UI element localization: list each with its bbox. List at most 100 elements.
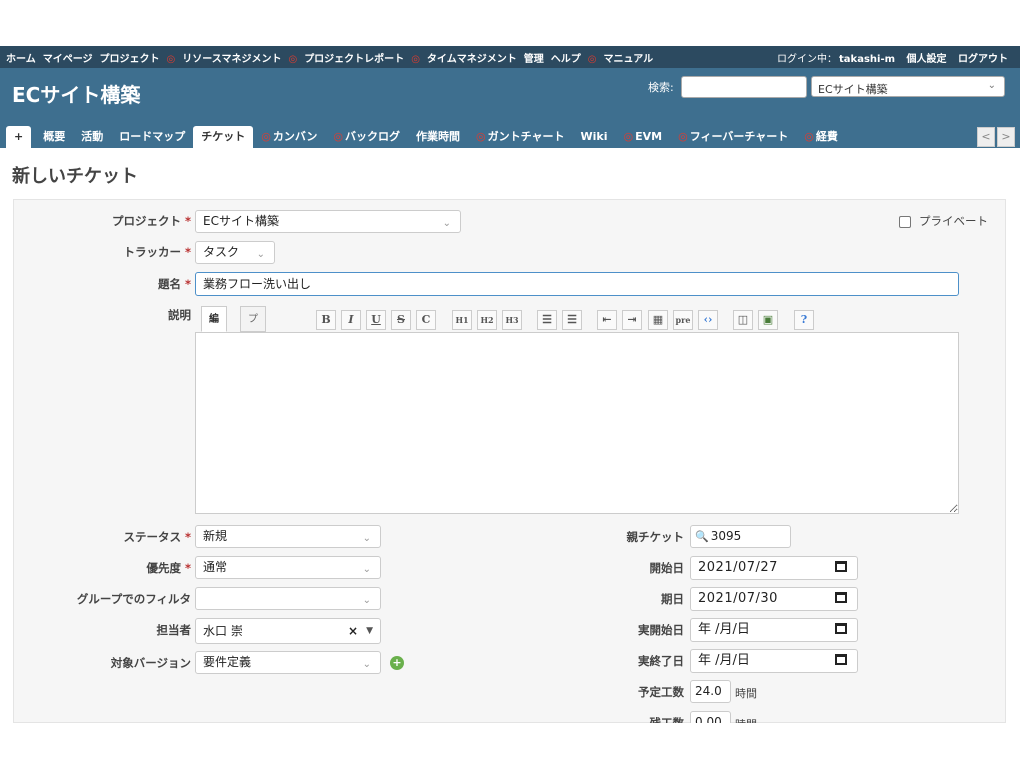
chevron-down-icon: ⌄ — [362, 533, 371, 544]
actual-end-input[interactable]: 年 /月/日 — [690, 649, 858, 673]
calendar-icon[interactable] — [835, 592, 847, 603]
tab-label: EVM — [635, 130, 663, 143]
tab-label: チケット — [201, 130, 246, 143]
bold-button[interactable]: B — [316, 310, 336, 330]
link-icon[interactable]: ◫ — [733, 310, 753, 330]
logged-in-label: ログイン中： takashi-m — [777, 54, 896, 65]
tab-scroll-left-button[interactable]: < — [977, 127, 995, 147]
group-filter-select[interactable]: ⌄ — [195, 587, 381, 610]
private-label: プライベート — [919, 214, 988, 228]
tab-5[interactable]: ◎ カンバン — [253, 126, 325, 148]
priority-select-value: 通常 — [203, 560, 228, 574]
table-icon[interactable]: ▦ — [648, 310, 668, 330]
actual-start-input[interactable]: 年 /月/日 — [690, 618, 858, 642]
tab-11[interactable]: ◎ フィーバーチャート — [670, 126, 796, 148]
top-menu-item-label: マイページ — [42, 54, 93, 65]
image-icon[interactable]: ▣ — [758, 310, 778, 330]
top-menu-item[interactable]: ◎ リソースマネジメント — [167, 54, 282, 65]
calendar-icon[interactable] — [835, 561, 847, 572]
new-object-button[interactable]: + — [6, 126, 32, 148]
tab-9[interactable]: Wiki — [573, 126, 616, 148]
search-icon: 🔍 — [695, 530, 709, 543]
private-checkbox[interactable] — [899, 216, 911, 228]
required-mark: * — [184, 561, 191, 575]
tracker-select-value: タスク — [203, 245, 240, 259]
inline-code-button[interactable]: C — [416, 310, 436, 330]
top-menu-item[interactable]: ◎ プロジェクトレポート — [288, 54, 404, 65]
editor-tab-edit[interactable]: 編集 — [201, 306, 227, 351]
top-menu-item[interactable]: プロジェクト — [100, 54, 160, 65]
chevron-down-icon: ⌄ — [256, 249, 265, 260]
priority-select[interactable]: 通常 ⌄ — [195, 556, 381, 579]
plugin-icon: ◎ — [804, 130, 814, 143]
editor-tab-preview[interactable]: プレビュー — [240, 306, 266, 429]
tab-3[interactable]: ロードマップ — [111, 126, 193, 148]
version-select[interactable]: 要件定義 ⌄ — [195, 651, 381, 674]
top-menu: ホーム マイページ プロジェクト ◎ リソースマネジメント ◎ プロジェクトレポート ◎ タイム… — [6, 50, 660, 65]
tab-6[interactable]: ◎ バックログ — [325, 126, 408, 148]
tab-label: フィーバーチャート — [689, 130, 789, 143]
tab-label: 活動 — [81, 130, 104, 143]
tab-8[interactable]: ◎ ガントチャート — [468, 126, 573, 148]
top-menu-item[interactable]: ホーム — [6, 54, 36, 65]
project-jump-select[interactable]: ECサイト構築 ⌄ — [811, 76, 1005, 97]
tab-2[interactable]: 活動 — [73, 126, 111, 148]
my-account-link[interactable]: 個人設定 — [907, 54, 947, 65]
estimated-hours-input[interactable]: 24.0 — [690, 680, 731, 703]
description-textarea[interactable] — [195, 332, 959, 514]
due-date-input[interactable]: 2021/07/30 — [690, 587, 858, 611]
tab-10[interactable]: ◎ EVM — [616, 126, 671, 148]
subject-input[interactable]: 業務フロー洗い出し — [195, 272, 959, 296]
required-mark: * — [184, 530, 191, 544]
logout-link[interactable]: ログアウト — [958, 54, 1008, 65]
tab-1[interactable]: 概要 — [35, 126, 73, 148]
version-select-value: 要件定義 — [203, 655, 252, 669]
plugin-icon: ◎ — [333, 130, 343, 143]
start-date-input[interactable]: 2021/07/27 — [690, 556, 858, 580]
assignee-select[interactable]: 水口 崇 × ▼ — [195, 618, 381, 644]
top-menu-item[interactable]: マイページ — [43, 54, 93, 65]
tracker-label: トラッカー * — [123, 245, 191, 259]
top-menu-item[interactable]: ◎ マニュアル — [588, 54, 653, 65]
tab-4[interactable]: チケット — [193, 126, 254, 148]
pre-button[interactable]: pre — [673, 310, 693, 330]
code-highlight-icon[interactable]: ‹› — [698, 310, 718, 330]
calendar-icon[interactable] — [835, 654, 847, 665]
plugin-icon: ◎ — [476, 130, 486, 143]
tab-12[interactable]: ◎ 経費 — [796, 126, 846, 148]
indent-icon[interactable]: ⇥ — [622, 310, 642, 330]
top-menu-bar: ホーム マイページ プロジェクト ◎ リソースマネジメント ◎ プロジェクトレポート ◎ タイム… — [0, 46, 1020, 68]
username-link[interactable]: takashi-m — [839, 54, 895, 65]
project-title[interactable]: ECサイト構築 — [12, 79, 140, 108]
unordered-list-icon[interactable]: ☰ — [537, 310, 557, 330]
caret-down-icon: ▼ — [366, 626, 373, 636]
heading2-button[interactable]: H2 — [477, 310, 497, 330]
top-menu-item-label: ホーム — [6, 54, 36, 65]
project-select[interactable]: ECサイト構築 ⌄ — [195, 210, 461, 233]
help-icon[interactable]: ? — [794, 310, 814, 330]
tab-7[interactable]: 作業時間 — [408, 126, 468, 148]
status-select[interactable]: 新規 ⌄ — [195, 525, 381, 548]
top-menu-item[interactable]: ◎ タイムマネジメント — [411, 54, 517, 65]
search-input[interactable] — [681, 76, 807, 98]
parent-issue-input[interactable]: 🔍 3095 — [690, 525, 791, 548]
italic-button[interactable]: I — [341, 310, 361, 330]
underline-button[interactable]: U — [366, 310, 386, 330]
ordered-list-icon[interactable]: ☰ — [562, 310, 582, 330]
top-menu-item[interactable]: ヘルプ — [551, 54, 581, 65]
calendar-icon[interactable] — [835, 623, 847, 634]
tab-scroll-right-button[interactable]: > — [997, 127, 1015, 147]
plugin-icon: ◎ — [678, 130, 688, 143]
add-version-icon[interactable]: + — [390, 656, 404, 670]
actual-start-label: 実開始日 — [638, 623, 684, 637]
top-menu-item[interactable]: 管理 — [524, 54, 544, 65]
outdent-icon[interactable]: ⇤ — [597, 310, 617, 330]
assignee-clear-icon[interactable]: × — [348, 619, 358, 643]
strike-button[interactable]: S — [391, 310, 411, 330]
tab-label: 作業時間 — [416, 130, 460, 143]
heading1-button[interactable]: H1 — [452, 310, 472, 330]
chevron-down-icon: ⌄ — [362, 595, 371, 606]
start-date-label: 開始日 — [649, 561, 685, 575]
tracker-select[interactable]: タスク ⌄ — [195, 241, 275, 264]
heading3-button[interactable]: H3 — [502, 310, 522, 330]
